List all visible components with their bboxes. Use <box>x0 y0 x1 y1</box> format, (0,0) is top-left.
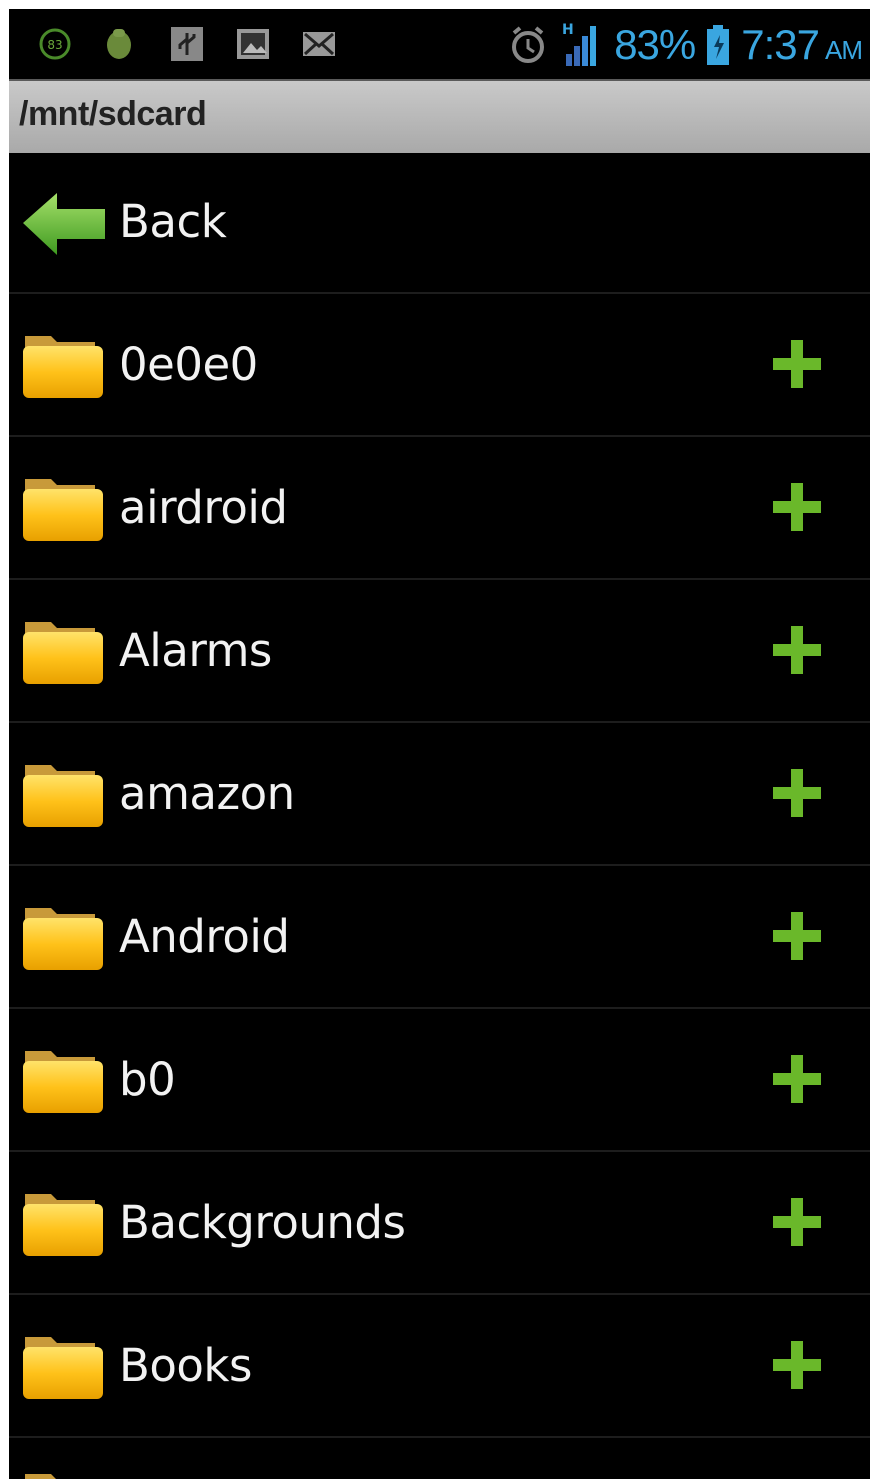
clock-ampm: AM <box>825 34 863 65</box>
folder-icon <box>23 1194 103 1256</box>
phone-screen: 83 H 83% 7:37 AM /mnt/sdcard Back 0e0e0 … <box>9 9 870 1479</box>
folder-name: b0 <box>119 1053 176 1106</box>
current-path: /mnt/sdcard <box>19 95 207 133</box>
status-right-group: H 83% 7:37 AM <box>506 17 863 73</box>
plus-icon[interactable] <box>771 767 823 819</box>
list-item[interactable]: Android <box>9 866 870 1009</box>
folder-name: airdroid <box>119 481 288 534</box>
folder-name: amazon <box>119 767 295 820</box>
folder-icon <box>25 1474 56 1479</box>
list-item[interactable]: b0 <box>9 1009 870 1152</box>
battery-icon <box>707 25 730 65</box>
mail-icon <box>303 32 335 56</box>
folder-icon <box>23 765 103 827</box>
android-icon <box>107 29 131 59</box>
usb-icon <box>171 27 203 61</box>
back-arrow-icon <box>23 193 105 255</box>
plus-icon[interactable] <box>771 624 823 676</box>
folder-name: 0e0e0 <box>119 338 258 391</box>
file-list[interactable]: Back 0e0e0 airdroid Alarms amazon Androi… <box>9 151 870 1479</box>
signal-icon: H <box>562 22 597 66</box>
plus-icon[interactable] <box>771 1053 823 1105</box>
path-header: /mnt/sdcard <box>9 79 870 153</box>
list-item[interactable]: airdroid <box>9 437 870 580</box>
plus-icon[interactable] <box>771 1196 823 1248</box>
battery-percent: 83% <box>614 21 696 68</box>
svg-text:H: H <box>562 22 574 38</box>
back-label: Back <box>119 195 227 248</box>
plus-icon[interactable] <box>771 1339 823 1391</box>
folder-name: Alarms <box>119 624 272 677</box>
folder-icon <box>23 908 103 970</box>
notification-count-icon: 83 <box>39 28 71 60</box>
list-item[interactable]: Alarms <box>9 580 870 723</box>
back-row[interactable]: Back <box>9 151 870 294</box>
list-item[interactable]: amazon <box>9 723 870 866</box>
alarm-icon <box>512 26 545 63</box>
folder-icon <box>23 479 103 541</box>
folder-icon <box>23 1051 103 1113</box>
list-item-partial[interactable] <box>9 1438 870 1479</box>
plus-icon[interactable] <box>771 910 823 962</box>
clock-time: 7:37 <box>741 21 820 68</box>
picture-icon <box>237 29 269 59</box>
folder-icon <box>23 622 103 684</box>
folder-name: Android <box>119 910 290 963</box>
plus-icon[interactable] <box>771 481 823 533</box>
svg-text:83: 83 <box>47 38 62 52</box>
folder-icon <box>23 1337 103 1399</box>
folder-name: Books <box>119 1339 252 1392</box>
list-item[interactable]: Backgrounds <box>9 1152 870 1295</box>
list-item[interactable]: Books <box>9 1295 870 1438</box>
plus-icon[interactable] <box>771 338 823 390</box>
folder-name: Backgrounds <box>119 1196 406 1249</box>
folder-icon <box>23 336 103 398</box>
list-item[interactable]: 0e0e0 <box>9 294 870 437</box>
status-bar: 83 H 83% 7:37 AM <box>9 9 870 79</box>
